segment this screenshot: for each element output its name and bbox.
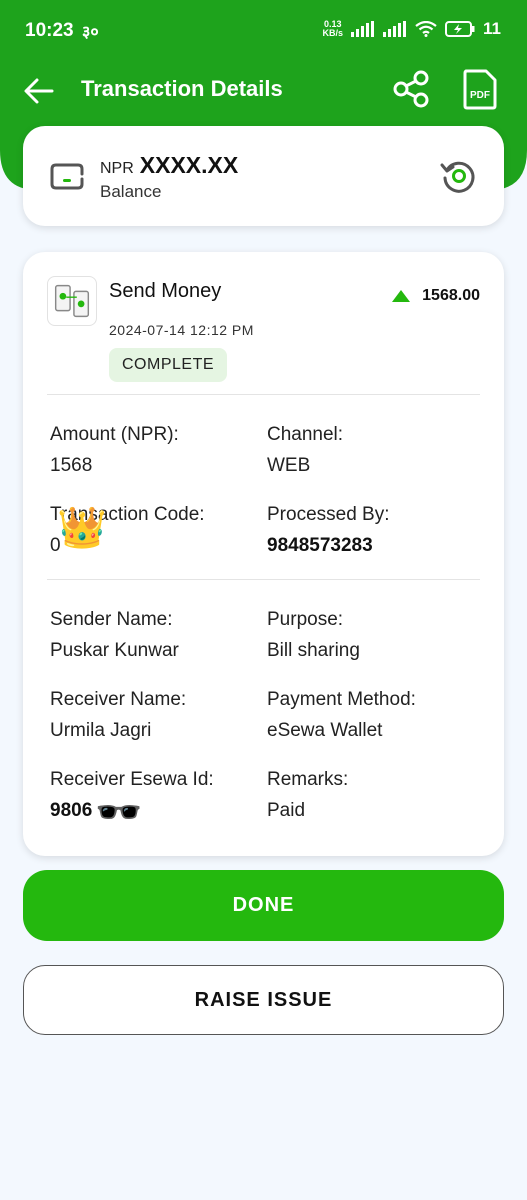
field-label: Purpose: bbox=[267, 609, 344, 630]
divider bbox=[47, 579, 480, 580]
up-arrow-icon bbox=[392, 290, 411, 302]
wifi-icon bbox=[415, 21, 437, 37]
field-value: Bill sharing bbox=[267, 640, 360, 661]
raise-issue-button[interactable]: RAISE ISSUE bbox=[23, 965, 504, 1035]
status-bar: 10:23 ३० 0.13 KB/s 11 bbox=[0, 0, 527, 52]
transaction-amount: 1568.00 bbox=[392, 287, 480, 305]
field-sender-name: Sender Name: Puskar Kunwar bbox=[50, 609, 255, 662]
field-label: Amount (NPR): bbox=[50, 424, 179, 445]
wallet-icon bbox=[50, 163, 84, 190]
battery-icon bbox=[445, 21, 475, 37]
signal-icon bbox=[351, 21, 375, 37]
transaction-amount-value: 1568.00 bbox=[422, 287, 480, 304]
transaction-detail-card: Send Money 2024-07-14 12:12 PM COMPLETE … bbox=[23, 252, 504, 856]
field-label: Channel: bbox=[267, 424, 344, 445]
field-value: Paid bbox=[267, 800, 306, 821]
network-speed-unit: KB/s bbox=[322, 28, 344, 38]
field-label: Receiver Esewa Id: bbox=[50, 769, 214, 790]
field-receiver-name: Receiver Name: Urmila Jagri bbox=[50, 689, 255, 742]
network-speed: 0.13 KB/s bbox=[323, 20, 344, 38]
divider bbox=[47, 394, 480, 395]
field-purpose: Purpose: Bill sharing bbox=[267, 609, 472, 662]
crown-sticker: 👑 bbox=[57, 506, 107, 550]
pdf-icon-label: PDF bbox=[470, 90, 490, 101]
field-label: Remarks: bbox=[267, 769, 349, 790]
sunglasses-sticker: 🕶️ bbox=[95, 792, 143, 834]
field-receiver-esewa-id: Receiver Esewa Id: 9806 bbox=[50, 769, 255, 822]
balance-amount-line: NPR XXXX.XX bbox=[100, 152, 238, 179]
status-badge: COMPLETE bbox=[109, 348, 228, 382]
pdf-icon[interactable]: PDF bbox=[462, 68, 498, 110]
refresh-icon[interactable] bbox=[439, 156, 479, 196]
field-label: Processed By: bbox=[267, 504, 390, 525]
share-icon[interactable] bbox=[392, 70, 430, 108]
field-processed-by: Processed By: 9848573283 bbox=[267, 504, 472, 557]
page-title: Transaction Details bbox=[81, 76, 283, 101]
balance-label: Balance bbox=[100, 182, 162, 201]
field-value: eSewa Wallet bbox=[267, 720, 383, 741]
app-bar: Transaction Details PDF bbox=[0, 52, 527, 128]
status-time: 10:23 bbox=[25, 20, 74, 41]
balance-currency: NPR bbox=[100, 160, 134, 177]
status-notification-text: ३० bbox=[82, 24, 99, 41]
field-amount: Amount (NPR): 1568 bbox=[50, 424, 255, 477]
field-remarks: Remarks: Paid bbox=[267, 769, 472, 822]
transaction-datetime: 2024-07-14 12:12 PM bbox=[109, 322, 254, 338]
balance-card: NPR XXXX.XX Balance bbox=[23, 126, 504, 226]
field-label: Receiver Name: bbox=[50, 689, 187, 710]
field-value: Puskar Kunwar bbox=[50, 640, 179, 661]
field-payment-method: Payment Method: eSewa Wallet bbox=[267, 689, 472, 742]
field-label: Payment Method: bbox=[267, 689, 416, 710]
back-arrow-icon[interactable] bbox=[22, 74, 56, 108]
field-value: 9806 bbox=[50, 800, 93, 821]
status-indicators: 0.13 KB/s 11 bbox=[323, 19, 502, 39]
field-value: 1568 bbox=[50, 455, 93, 476]
service-name: Send Money bbox=[109, 280, 222, 302]
field-value: 9848573283 bbox=[267, 535, 373, 556]
field-channel: Channel: WEB bbox=[267, 424, 472, 477]
balance-amount[interactable]: XXXX.XX bbox=[140, 152, 238, 179]
field-label: Sender Name: bbox=[50, 609, 173, 630]
field-value: Urmila Jagri bbox=[50, 720, 152, 741]
send-money-icon bbox=[47, 276, 97, 326]
signal-icon-2 bbox=[383, 21, 407, 37]
field-value: WEB bbox=[267, 455, 311, 476]
battery-percent: 11 bbox=[483, 19, 501, 38]
done-button[interactable]: DONE bbox=[23, 870, 504, 941]
